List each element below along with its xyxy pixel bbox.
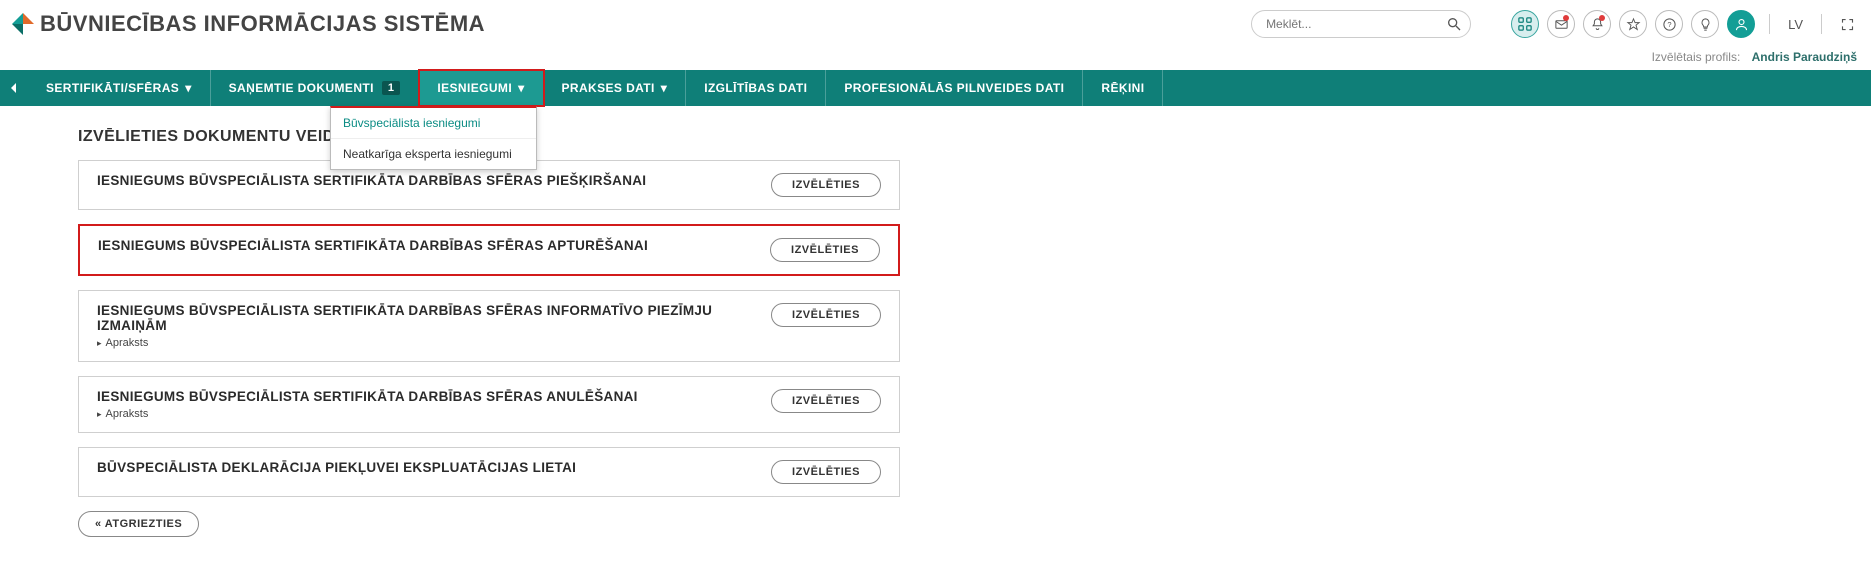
nav-label: RĒĶINI xyxy=(1101,81,1144,95)
logo[interactable]: Būvniecības informācijas sistēma xyxy=(12,11,485,37)
doc-desc-toggle[interactable]: ▸Apraksts xyxy=(97,337,771,349)
dropdown-item-neatkariga[interactable]: Neatkarīga eksperta iesniegumi xyxy=(331,138,536,169)
triangle-right-icon: ▸ xyxy=(97,409,102,419)
caret-down-icon: ▾ xyxy=(661,81,667,95)
nav-item-sanemtie[interactable]: SAŅEMTIE DOKUMENTI 1 xyxy=(211,70,420,106)
search-icon xyxy=(1446,16,1462,32)
doc-title: Būvspeciālista deklarācija piekļuvei eks… xyxy=(97,460,576,475)
nav-label: PROFESIONĀLĀS PILNVEIDES DATI xyxy=(844,81,1064,95)
app-title: Būvniecības informācijas sistēma xyxy=(40,11,485,37)
doc-card: Iesniegums būvspeciālista sertifikāta da… xyxy=(78,376,900,433)
chevron-left-icon xyxy=(9,83,19,93)
doc-desc-toggle[interactable]: ▸Apraksts xyxy=(97,408,638,420)
doc-card: Iesniegums būvspeciālista sertifikāta da… xyxy=(78,290,900,362)
dropdown-item-buvspecialista[interactable]: Būvspeciālista iesniegumi xyxy=(331,108,536,138)
select-button[interactable]: Izvēlēties xyxy=(770,238,880,262)
user-icon xyxy=(1734,17,1749,32)
doc-card: Iesniegums būvspeciālista sertifikāta da… xyxy=(78,224,900,276)
nav-label: IESNIEGUMI xyxy=(437,81,512,95)
back-button[interactable]: « Atgriezties xyxy=(78,511,199,537)
nav-label: SAŅEMTIE DOKUMENTI xyxy=(229,81,374,95)
nav-label: SERTIFIKĀTI/SFĒRAS xyxy=(46,81,179,95)
nav-label: IZGLĪTĪBAS DATI xyxy=(704,81,807,95)
nav-scroll-left[interactable] xyxy=(0,70,28,106)
language-switch[interactable]: LV xyxy=(1784,17,1807,32)
nav-label: PRAKSES DATI xyxy=(562,81,655,95)
divider xyxy=(1821,14,1822,34)
caret-down-icon: ▾ xyxy=(185,81,191,95)
header-actions: ? LV xyxy=(1511,10,1859,38)
search-button[interactable] xyxy=(1443,13,1465,35)
nav-item-iesniegumi[interactable]: IESNIEGUMI ▾ xyxy=(419,70,543,106)
caret-down-icon: ▾ xyxy=(518,81,524,95)
doc-title: Iesniegums būvspeciālista sertifikāta da… xyxy=(98,238,648,253)
nav-item-sertifikati[interactable]: SERTIFIKĀTI/SFĒRAS ▾ xyxy=(28,70,211,106)
search-input[interactable] xyxy=(1251,10,1471,38)
star-icon xyxy=(1626,17,1641,32)
profile-name[interactable]: Andris Paraudziņš xyxy=(1752,50,1857,64)
bell-icon xyxy=(1590,17,1605,32)
favorites-button[interactable] xyxy=(1619,10,1647,38)
nav-dropdown: Būvspeciālista iesniegumi Neatkarīga eks… xyxy=(330,106,537,170)
select-button[interactable]: Izvēlēties xyxy=(771,389,881,413)
main-nav: SERTIFIKĀTI/SFĒRAS ▾ SAŅEMTIE DOKUMENTI … xyxy=(0,70,1871,106)
content-area: Izvēlieties dokumentu veidu: Iesniegums … xyxy=(0,106,900,567)
nav-badge: 1 xyxy=(382,81,401,95)
grid-icon xyxy=(1518,17,1532,31)
doc-title: Iesniegums būvspeciālista sertifikāta da… xyxy=(97,173,646,188)
doc-card: Būvspeciālista deklarācija piekļuvei eks… xyxy=(78,447,900,497)
question-icon: ? xyxy=(1662,17,1677,32)
expand-icon xyxy=(1840,17,1855,32)
user-menu-button[interactable] xyxy=(1727,10,1755,38)
divider xyxy=(1769,14,1770,34)
envelope-icon xyxy=(1554,17,1569,32)
top-header: Būvniecības informācijas sistēma ? xyxy=(0,0,1871,48)
profile-bar: Izvēlētais profils: Andris Paraudziņš xyxy=(0,48,1871,70)
nav-item-pilnveides[interactable]: PROFESIONĀLĀS PILNVEIDES DATI xyxy=(826,70,1083,106)
doc-title: Iesniegums būvspeciālista sertifikāta da… xyxy=(97,303,771,333)
nav-item-izglitibas[interactable]: IZGLĪTĪBAS DATI xyxy=(686,70,826,106)
nav-item-rekini[interactable]: RĒĶINI xyxy=(1083,70,1163,106)
mail-button[interactable] xyxy=(1547,10,1575,38)
nav-item-prakses[interactable]: PRAKSES DATI ▾ xyxy=(544,70,687,106)
lightbulb-icon xyxy=(1698,17,1713,32)
notifications-button[interactable] xyxy=(1583,10,1611,38)
triangle-right-icon: ▸ xyxy=(97,338,102,348)
logo-icon xyxy=(12,13,34,35)
select-button[interactable]: Izvēlēties xyxy=(771,460,881,484)
fullscreen-button[interactable] xyxy=(1836,17,1859,32)
apps-button[interactable] xyxy=(1511,10,1539,38)
select-button[interactable]: Izvēlēties xyxy=(771,173,881,197)
select-button[interactable]: Izvēlēties xyxy=(771,303,881,327)
help-button[interactable]: ? xyxy=(1655,10,1683,38)
svg-text:?: ? xyxy=(1667,20,1671,29)
hint-button[interactable] xyxy=(1691,10,1719,38)
doc-title: Iesniegums būvspeciālista sertifikāta da… xyxy=(97,389,638,404)
profile-label: Izvēlētais profils: xyxy=(1652,50,1741,64)
search xyxy=(1251,10,1471,38)
